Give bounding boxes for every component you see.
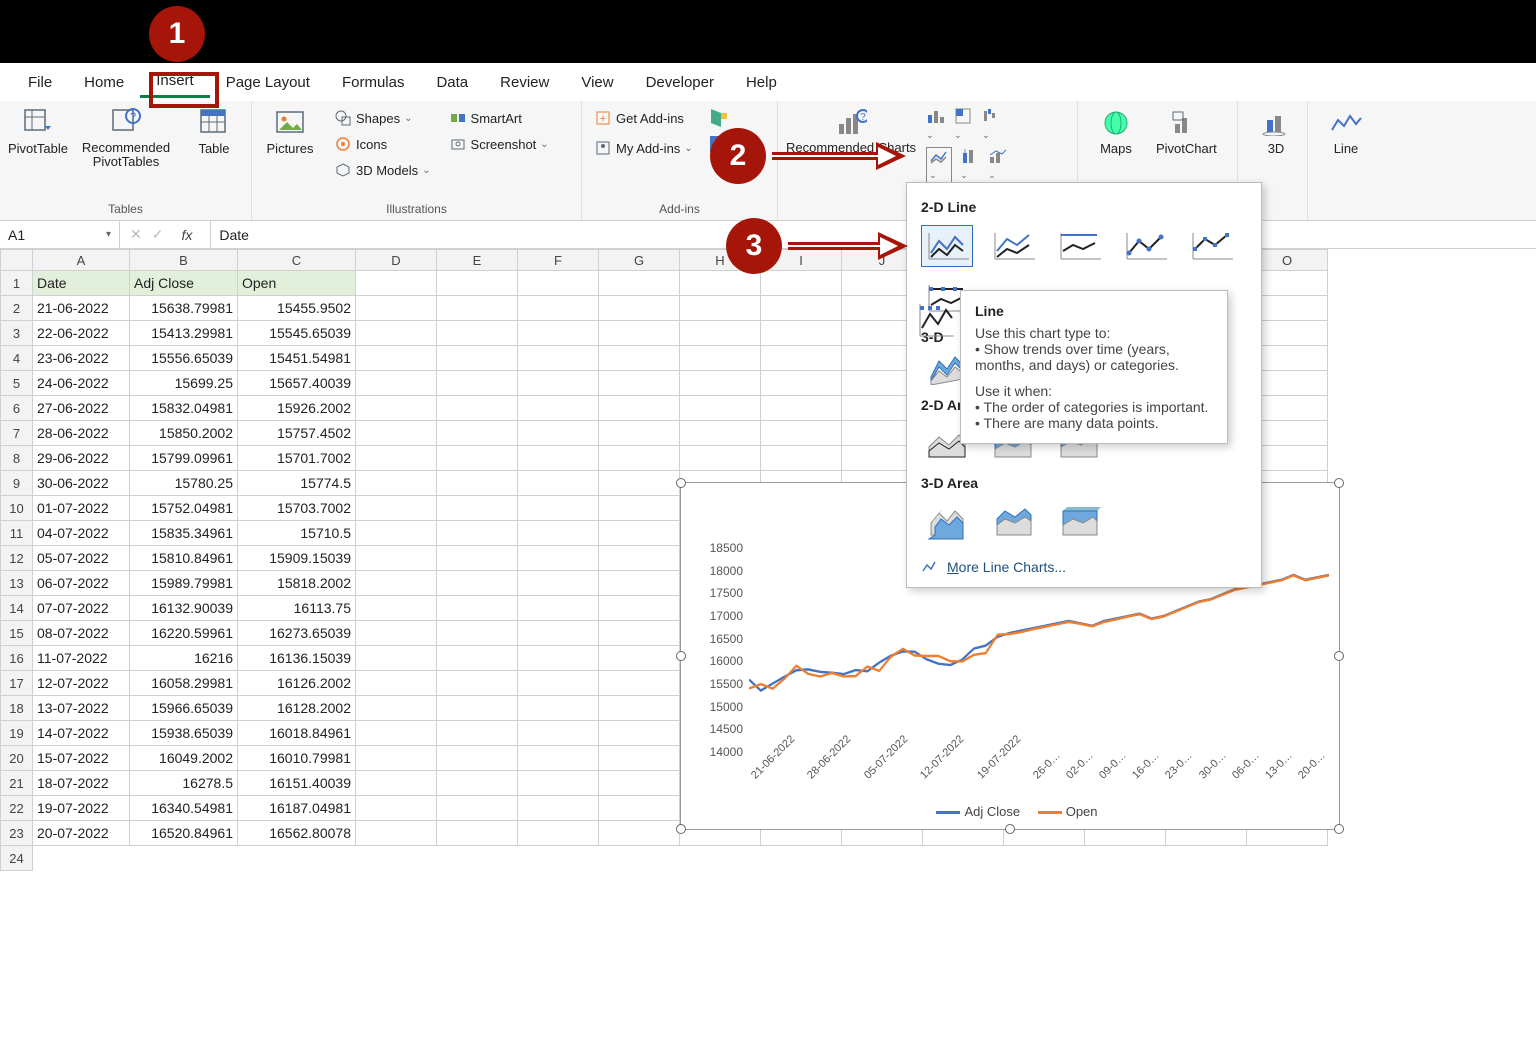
col-header-A[interactable]: A: [33, 249, 130, 271]
line-markers-option[interactable]: [1119, 225, 1171, 267]
row-headers: 123456789101112131415161718192021222324: [0, 271, 33, 871]
annotation-arrow-2: [768, 138, 908, 178]
annotation-badge-1: 1: [149, 6, 205, 62]
group-label-illustrations: Illustrations: [260, 200, 573, 218]
section-2d-line: 2-D Line: [921, 199, 1247, 215]
fx-icon[interactable]: fx: [173, 227, 200, 243]
annotation-arrow-3: [784, 228, 910, 268]
enter-icon[interactable]: ✓: [152, 226, 164, 243]
screenshot-button[interactable]: Screenshot⌄: [445, 133, 553, 155]
annotation-badge-3: 3: [726, 218, 782, 274]
chart-legend: Adj Close Open: [691, 804, 1329, 819]
line-chart-option[interactable]: [921, 225, 973, 267]
col-header-B[interactable]: B: [130, 249, 238, 271]
group-label-addins: Add-ins: [590, 200, 769, 218]
line-chart-icon[interactable]: ⌄: [926, 147, 952, 183]
my-addins-button[interactable]: My Add-ins⌄: [590, 137, 697, 159]
name-box[interactable]: A1▾: [0, 221, 120, 248]
annotation-badge-2: 2: [710, 128, 766, 184]
tab-formulas[interactable]: Formulas: [326, 68, 421, 97]
3d-stacked-area-option[interactable]: [987, 501, 1039, 543]
stacked-line-option[interactable]: [987, 225, 1039, 267]
hierarchy-chart-icon[interactable]: ⌄: [954, 107, 974, 141]
statistic-chart-icon[interactable]: ⌄: [960, 147, 980, 183]
3dmap-button[interactable]: 3D: [1246, 107, 1306, 156]
pictures-label: Pictures: [267, 141, 314, 156]
recommended-pivottables-button[interactable]: ? Recommended PivotTables: [78, 107, 174, 170]
line-chart-tooltip: Line Use this chart type to: • Show tren…: [960, 290, 1228, 444]
title-bar: [0, 0, 1536, 63]
3dmodels-button[interactable]: 3D Models⌄: [330, 159, 435, 181]
section-3d-area: 3-D Area: [921, 475, 1247, 491]
tab-help[interactable]: Help: [730, 68, 793, 97]
col-header-E[interactable]: E: [437, 249, 518, 271]
combo-chart-icon[interactable]: ⌄: [988, 147, 1008, 183]
col-header-F[interactable]: F: [518, 249, 599, 271]
stacked-line-markers-option[interactable]: [1185, 225, 1237, 267]
chart-x-axis: 21-06-202228-06-202205-07-202212-07-2022…: [749, 759, 1329, 793]
tooltip-icon: [916, 300, 956, 340]
chart-y-axis: 1400014500150001550016000165001700017500…: [691, 541, 747, 759]
tab-developer[interactable]: Developer: [630, 68, 730, 97]
3d-area-option[interactable]: [921, 501, 973, 543]
3d-100stacked-area-option[interactable]: [1053, 501, 1105, 543]
table-label: Table: [198, 141, 229, 156]
cancel-icon[interactable]: ✕: [130, 226, 142, 243]
table-button[interactable]: Table: [184, 107, 244, 156]
col-header-D[interactable]: D: [356, 249, 437, 271]
pivottable-button[interactable]: PivotTable: [8, 107, 68, 156]
tab-view[interactable]: View: [565, 68, 629, 97]
pivotchart-button[interactable]: PivotChart: [1156, 107, 1217, 156]
annotation-box-1: [149, 72, 219, 108]
tab-review[interactable]: Review: [484, 68, 565, 97]
get-addins-button[interactable]: +Get Add-ins: [590, 107, 697, 129]
pivottable-label: PivotTable: [8, 141, 68, 156]
pictures-button[interactable]: Pictures: [260, 107, 320, 156]
waterfall-chart-icon[interactable]: ⌄: [982, 107, 1002, 141]
smartart-button[interactable]: SmartArt: [445, 107, 553, 129]
bing-maps-icon[interactable]: [707, 107, 729, 129]
rec-pivot-label: Recommended PivotTables: [78, 141, 174, 170]
svg-text:?: ?: [130, 111, 136, 123]
tab-home[interactable]: Home: [68, 68, 140, 97]
tab-file[interactable]: File: [12, 68, 68, 97]
more-line-charts-link[interactable]: More Line Charts...: [921, 553, 1247, 577]
col-header-C[interactable]: C: [238, 249, 356, 271]
ribbon-tabs: File Home Insert Page Layout Formulas Da…: [0, 63, 1536, 101]
100stacked-line-option[interactable]: [1053, 225, 1105, 267]
svg-text:?: ?: [860, 112, 866, 123]
column-chart-icon[interactable]: ⌄: [926, 107, 946, 141]
icons-button[interactable]: Icons: [330, 133, 435, 155]
maps-button[interactable]: Maps: [1086, 107, 1146, 156]
group-label-tables: Tables: [8, 200, 243, 218]
col-header-G[interactable]: G: [599, 249, 680, 271]
tab-page-layout[interactable]: Page Layout: [210, 68, 326, 97]
svg-text:+: +: [600, 113, 606, 125]
tab-data[interactable]: Data: [420, 68, 484, 97]
sparkline-line-button[interactable]: Line: [1316, 107, 1376, 156]
select-all-corner[interactable]: [0, 249, 33, 271]
shapes-button[interactable]: Shapes⌄: [330, 107, 435, 129]
